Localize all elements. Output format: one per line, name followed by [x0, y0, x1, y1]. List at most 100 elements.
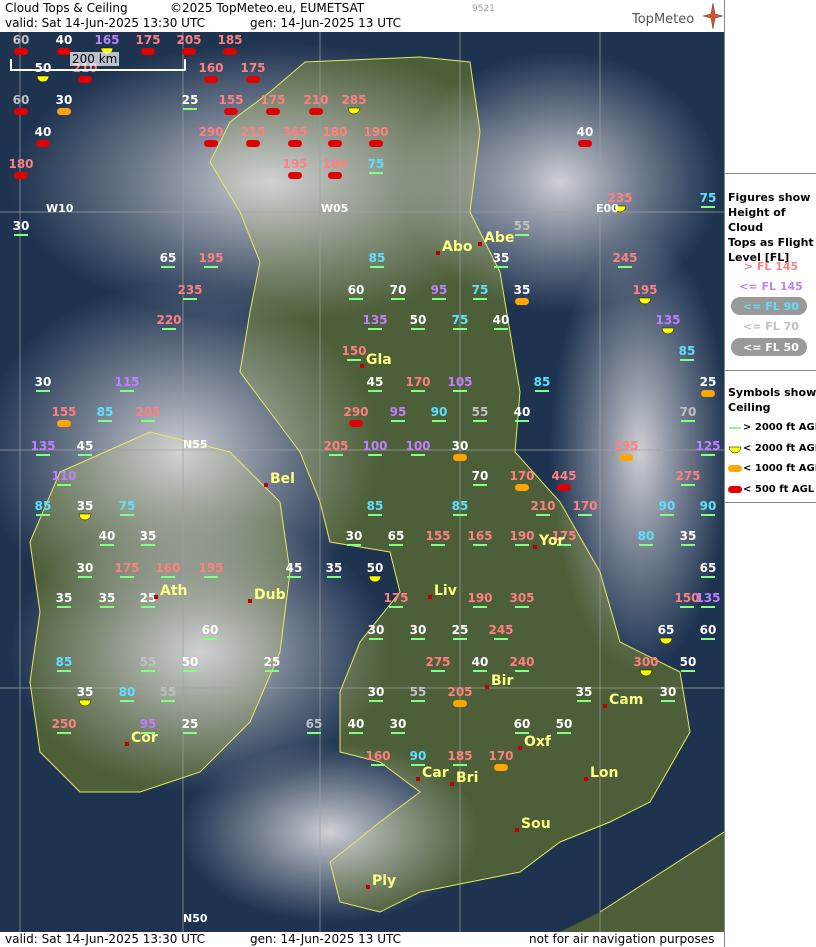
cloud-top-value: 90	[700, 499, 717, 513]
city-marker	[603, 704, 607, 708]
city-label[interactable]: Cor	[131, 730, 158, 746]
city-label[interactable]: Ath	[160, 583, 188, 599]
legend-fl-row: <= FL 145	[739, 280, 803, 293]
city-label[interactable]: Yor	[538, 533, 564, 549]
cloud-top-value: 50	[556, 717, 573, 731]
observation-marker: 85	[97, 405, 113, 422]
footer-generated-time: gen: 14-Jun-2025 13 UTC	[250, 932, 402, 946]
cloud-top-value: 190	[363, 125, 388, 139]
cloud-top-value: 75	[368, 157, 385, 171]
ceiling-pill-icon	[349, 420, 363, 427]
cloud-top-value: 175	[260, 93, 285, 107]
city-marker	[450, 782, 454, 786]
observation-marker: 55	[472, 405, 489, 422]
cloud-top-value: 70	[390, 283, 407, 297]
observation-marker: 70	[680, 405, 696, 422]
observation-marker: 175	[114, 561, 140, 578]
observation-marker: 30	[390, 717, 406, 734]
ceiling-pill-icon	[515, 484, 529, 491]
cloud-top-value: 215	[240, 125, 265, 139]
ceiling-pill-icon	[328, 140, 342, 147]
cloud-top-value: 25	[140, 591, 157, 605]
legend-fl-row: > FL 145	[743, 260, 799, 273]
city-label[interactable]: Oxf	[524, 734, 552, 750]
cloud-top-value: 60	[700, 623, 717, 637]
city-marker	[533, 545, 537, 549]
city-label[interactable]: Bel	[270, 471, 295, 487]
cloud-top-value: 175	[135, 33, 160, 47]
grid-label: E00	[596, 202, 619, 215]
observation-marker: 245	[488, 623, 514, 640]
city-label[interactable]: Bri	[456, 770, 478, 786]
ceiling-pill-icon	[619, 454, 633, 461]
city-label[interactable]: Car	[422, 765, 449, 781]
cloud-top-value: 95	[390, 405, 407, 419]
ceiling-pill-icon	[246, 76, 260, 83]
observation-marker: 250	[51, 717, 77, 734]
cloud-top-value: 95	[431, 283, 448, 297]
observation-marker: 85	[367, 499, 383, 516]
legend-fl-row: <= FL 70	[743, 320, 799, 333]
observation-marker: 35	[326, 561, 342, 578]
observation-marker: 245	[612, 251, 638, 268]
cloud-top-value: 30	[660, 685, 677, 699]
cloud-top-value: 170	[405, 375, 430, 389]
observation-marker: 25	[700, 375, 716, 397]
observation-marker: 90	[659, 499, 675, 516]
observation-marker: 75	[472, 283, 489, 300]
cloud-top-value: 195	[198, 561, 223, 575]
cloud-top-value: 30	[346, 529, 363, 543]
legend-symbols-title: Symbols show Ceiling	[728, 386, 816, 414]
city-label[interactable]: Abo	[442, 239, 473, 255]
legend-panel: Figures show Height of Cloud Tops as Fli…	[724, 0, 816, 947]
cloud-top-value: 70	[472, 469, 489, 483]
cloud-top-value: 35	[99, 591, 116, 605]
observation-marker: 150	[341, 344, 367, 361]
observation-marker: 75	[368, 157, 385, 174]
city-label[interactable]: Lon	[590, 765, 619, 781]
observation-marker: 70	[472, 469, 489, 486]
cloud-top-value: 135	[362, 313, 387, 327]
city-label[interactable]: Bir	[491, 673, 513, 689]
city-label[interactable]: Abe	[484, 230, 514, 246]
satellite-map[interactable]: 60 40 165 175 205 185 50 210 160 175 60 30 25 155 175 2…	[0, 32, 724, 932]
legend-symbol-row: > 2000 ft AGL	[743, 422, 816, 433]
ceiling-pill-icon	[14, 172, 28, 179]
observation-marker: 305	[509, 591, 535, 608]
ceiling-pill-icon	[204, 140, 218, 147]
city-marker	[485, 685, 489, 689]
observation-marker: 55	[160, 685, 176, 702]
cloud-top-value: 150	[341, 344, 366, 358]
city-label[interactable]: Gla	[366, 352, 392, 368]
cloud-top-value: 30	[35, 375, 52, 389]
observation-marker: 205	[323, 439, 349, 456]
observation-marker: 220	[156, 313, 182, 330]
topmeteo-logo[interactable]: TopMeteo	[632, 12, 694, 27]
observation-marker: 115	[114, 375, 140, 392]
city-label[interactable]: Liv	[434, 583, 457, 599]
observation-marker: 35	[576, 685, 592, 702]
cloud-top-value: 250	[51, 717, 76, 731]
observation-marker: 30	[35, 375, 52, 392]
observation-marker: 95	[431, 283, 448, 300]
city-label[interactable]: Ply	[372, 873, 396, 889]
observation-marker: 165	[467, 529, 493, 546]
cloud-top-value: 105	[447, 375, 472, 389]
observation-marker: 30	[56, 93, 72, 115]
ceiling-pill-icon	[78, 76, 92, 83]
observation-marker: 35	[493, 251, 510, 268]
cloud-top-value: 65	[306, 717, 323, 731]
observation-marker: 35	[99, 591, 116, 608]
city-label[interactable]: Cam	[609, 692, 643, 708]
city-label[interactable]: Dub	[254, 587, 286, 603]
city-marker	[360, 364, 364, 368]
city-label[interactable]: Sou	[521, 816, 551, 832]
city-marker	[154, 595, 158, 599]
cloud-top-value: 190	[509, 529, 534, 543]
observation-marker: 160	[155, 561, 181, 578]
observation-marker: 80	[638, 529, 654, 546]
cloud-top-value: 55	[472, 405, 489, 419]
cloud-top-value: 75	[472, 283, 489, 297]
cloud-top-value: 35	[493, 251, 510, 265]
cloud-top-value: 305	[509, 591, 534, 605]
